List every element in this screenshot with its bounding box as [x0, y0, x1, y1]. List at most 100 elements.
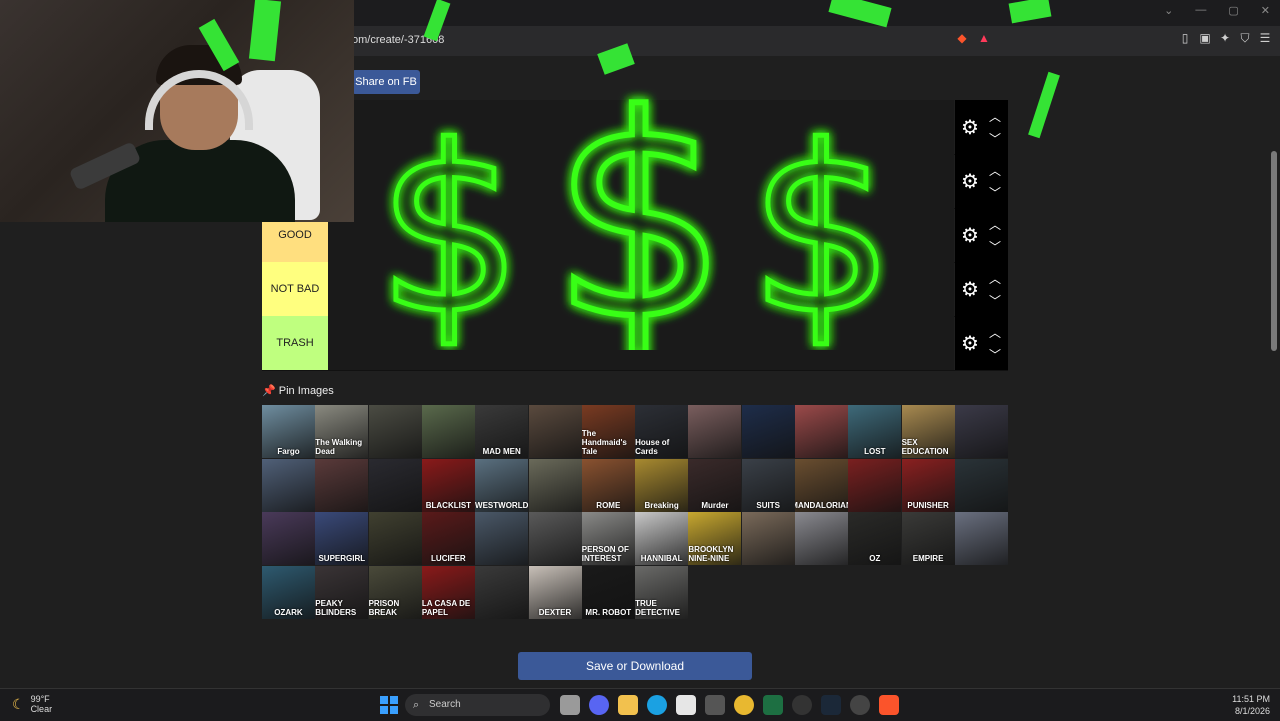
poster-thumbnail[interactable]: BROOKLYN NINE-NINE [688, 512, 742, 565]
menu-icon[interactable]: ☰ [1258, 31, 1272, 45]
poster-thumbnail[interactable] [421, 405, 475, 458]
discord-icon[interactable] [589, 695, 609, 715]
poster-thumbnail[interactable]: House of Cards [635, 405, 689, 458]
poster-thumbnail[interactable]: MR. ROBOT [581, 565, 635, 619]
chevron-up-icon[interactable]: ︿ [989, 162, 1001, 179]
poster-thumbnail[interactable] [795, 405, 848, 458]
file-explorer-icon[interactable] [618, 695, 638, 715]
poster-thumbnail[interactable]: HANNIBAL [635, 512, 689, 565]
vpn-icon[interactable]: ⛉ [1238, 31, 1252, 45]
save-or-download-button[interactable]: Save or Download [518, 652, 752, 680]
poster-thumbnail[interactable]: OZARK [262, 565, 315, 619]
gear-icon[interactable]: ⚙ [959, 117, 981, 139]
pin-images-toggle[interactable]: 📌 Pin Images [262, 384, 334, 397]
tier-controls: ⚙ ︿ ﹀ [955, 208, 1008, 262]
poster-thumbnail[interactable]: PEAKY BLINDERS [315, 565, 369, 619]
poster-thumbnail[interactable]: LUCIFER [421, 512, 475, 565]
poster-thumbnail[interactable] [528, 458, 582, 512]
poster-thumbnail[interactable]: TRUE DETECTIVE [635, 565, 689, 619]
address-bar[interactable]: om/create/-371608 [352, 30, 1002, 50]
maximize-icon[interactable]: ▢ [1228, 4, 1238, 17]
brave-shield-icon[interactable]: ◆ [955, 31, 969, 45]
chevron-down-icon[interactable]: ﹀ [989, 238, 1001, 255]
poster-thumbnail[interactable]: PERSON OF INTEREST [581, 512, 635, 565]
app-icon[interactable] [705, 695, 725, 715]
poster-thumbnail[interactable] [741, 512, 795, 565]
poster-thumbnail[interactable]: Murder [688, 458, 742, 512]
gear-icon[interactable]: ⚙ [959, 279, 981, 301]
poster-thumbnail[interactable]: SUITS [741, 458, 795, 512]
chevron-down-icon[interactable]: ﹀ [989, 184, 1001, 201]
poster-thumbnail[interactable] [954, 512, 1008, 565]
poster-thumbnail[interactable]: Fargo [262, 405, 315, 458]
taskbar-search[interactable]: ⌕ Search [405, 694, 550, 716]
gear-icon[interactable]: ⚙ [959, 225, 981, 247]
poster-thumbnail[interactable] [315, 458, 369, 512]
poster-thumbnail[interactable] [368, 405, 422, 458]
scrollbar-thumb[interactable] [1271, 151, 1277, 351]
poster-thumbnail[interactable] [528, 405, 582, 458]
chevron-up-icon[interactable]: ︿ [989, 270, 1001, 287]
task-view-icon[interactable] [560, 695, 580, 715]
page-scrollbar[interactable] [1268, 56, 1280, 686]
steam-icon[interactable] [821, 695, 841, 715]
poster-thumbnail[interactable] [795, 512, 848, 565]
poster-thumbnail[interactable]: PRISON BREAK [368, 565, 422, 619]
sidebar-icon[interactable]: ▯ [1178, 31, 1192, 45]
edge-icon[interactable] [647, 695, 667, 715]
minimize-icon[interactable]: — [1195, 4, 1206, 17]
poster-thumbnail[interactable]: LA CASA DE PAPEL [421, 565, 475, 619]
chevron-up-icon[interactable]: ︿ [989, 216, 1001, 233]
poster-thumbnail[interactable]: SEX EDUCATION [901, 405, 955, 458]
chevron-down-icon[interactable]: ﹀ [989, 130, 1001, 147]
weather-widget[interactable]: ☾ 99°F Clear [12, 694, 52, 714]
poster-thumbnail[interactable]: WESTWORLD [475, 458, 529, 512]
poster-thumbnail[interactable]: OZ [848, 512, 902, 565]
poster-thumbnail[interactable] [688, 405, 742, 458]
poster-thumbnail[interactable] [368, 512, 422, 565]
obs-icon[interactable] [850, 695, 870, 715]
poster-thumbnail[interactable]: MAD MEN [475, 405, 529, 458]
poster-thumbnail[interactable]: EMPIRE [901, 512, 955, 565]
app-icon[interactable] [792, 695, 812, 715]
poster-thumbnail[interactable] [741, 405, 795, 458]
poster-thumbnail[interactable]: MANDALORIAN [795, 458, 848, 512]
poster-thumbnail[interactable] [848, 458, 902, 512]
tier-label[interactable]: TRASH [262, 316, 328, 370]
gear-icon[interactable]: ⚙ [959, 171, 981, 193]
tier-label[interactable]: NOT BAD [262, 262, 328, 316]
poster-thumbnail[interactable]: BLACKLIST [421, 458, 475, 512]
store-icon[interactable] [676, 695, 696, 715]
close-icon[interactable]: ✕ [1261, 4, 1270, 17]
poster-thumbnail[interactable]: The Walking Dead [315, 405, 369, 458]
poster-thumbnail[interactable]: LOST [848, 405, 902, 458]
brave-rewards-icon[interactable]: ▲ [977, 31, 991, 45]
poster-thumbnail[interactable]: SUPERGIRL [315, 512, 369, 565]
poster-thumbnail[interactable]: ROME [581, 458, 635, 512]
poster-thumbnail[interactable] [368, 458, 422, 512]
chevron-down-icon[interactable]: ﹀ [989, 346, 1001, 363]
chevron-down-icon[interactable]: ﹀ [989, 292, 1001, 309]
poster-thumbnail[interactable]: PUNISHER [901, 458, 955, 512]
poster-thumbnail[interactable] [262, 512, 315, 565]
gear-icon[interactable]: ⚙ [959, 333, 981, 355]
poster-thumbnail[interactable]: The Handmaid's Tale [581, 405, 635, 458]
poster-thumbnail[interactable]: Breaking [635, 458, 689, 512]
poster-thumbnail[interactable] [954, 405, 1008, 458]
poster-thumbnail[interactable] [954, 458, 1008, 512]
poster-thumbnail[interactable] [475, 565, 529, 619]
poster-thumbnail[interactable] [528, 512, 582, 565]
poster-thumbnail[interactable] [262, 458, 315, 512]
chevron-up-icon[interactable]: ︿ [989, 324, 1001, 341]
leo-ai-icon[interactable]: ✦ [1218, 31, 1232, 45]
start-button[interactable] [380, 696, 398, 714]
chevron-up-icon[interactable]: ︿ [989, 108, 1001, 125]
chevron-down-icon[interactable]: ⌄ [1164, 4, 1173, 17]
wallet-icon[interactable]: ▣ [1198, 31, 1212, 45]
poster-thumbnail[interactable]: DEXTER [528, 565, 582, 619]
poster-thumbnail[interactable] [475, 512, 529, 565]
brave-icon[interactable] [879, 695, 899, 715]
excel-icon[interactable] [763, 695, 783, 715]
chrome-icon[interactable] [734, 695, 754, 715]
system-clock[interactable]: 11:51 PM 8/1/2026 [1232, 693, 1270, 717]
